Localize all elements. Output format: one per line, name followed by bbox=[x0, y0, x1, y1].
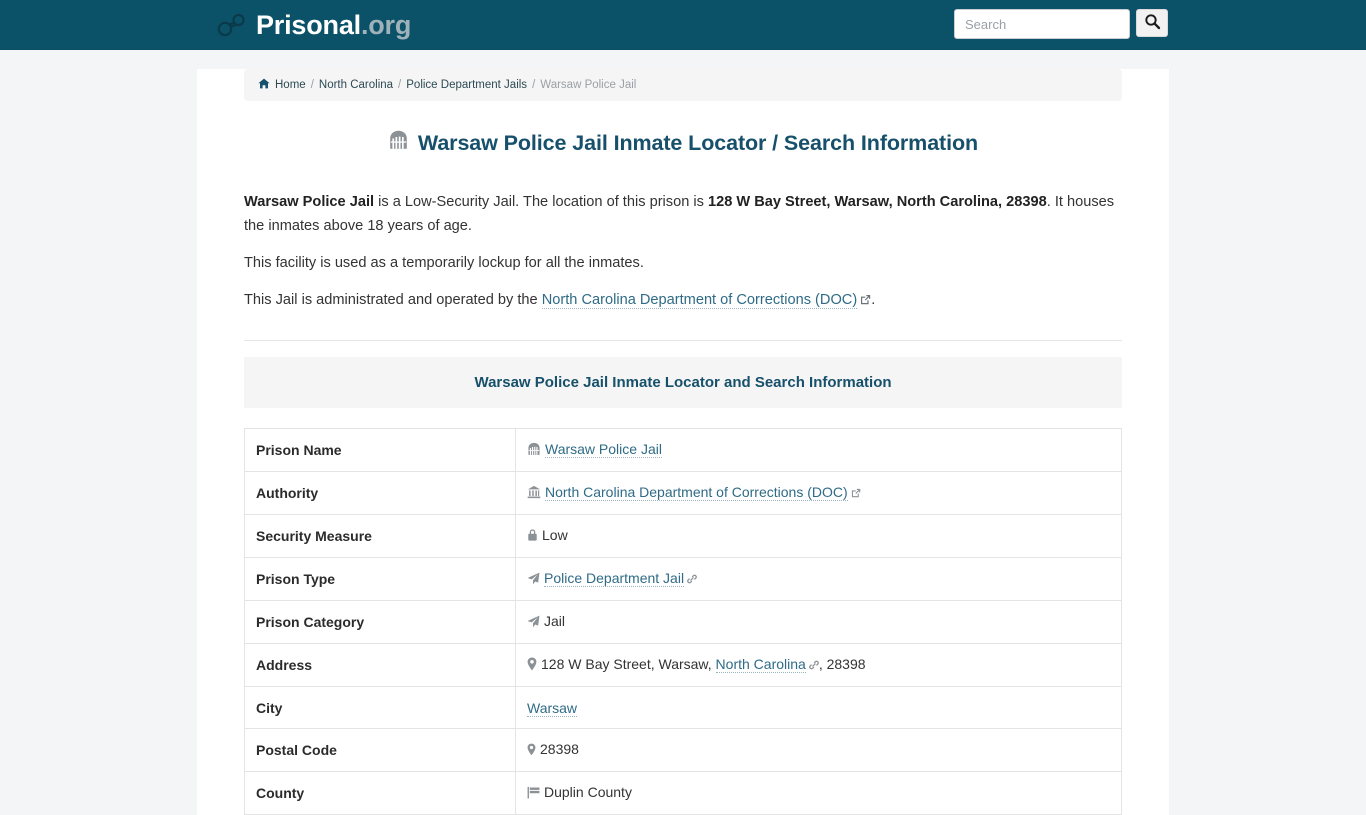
breadcrumb-separator: / bbox=[310, 79, 314, 91]
bank-institution-icon bbox=[527, 485, 541, 502]
table-row: Prison Category Jail bbox=[244, 600, 1122, 644]
lock-icon bbox=[527, 528, 538, 545]
breadcrumb-item-police-department-jails[interactable]: Police Department Jails bbox=[406, 79, 527, 91]
breadcrumb-item-current: Warsaw Police Jail bbox=[540, 79, 637, 91]
brand-tld: .org bbox=[360, 9, 412, 40]
table-row: Prison Type Police Department Jail bbox=[244, 557, 1122, 601]
intro-text-mid: is a Low-Security Jail. The location of … bbox=[374, 194, 708, 210]
row-label-authority: Authority bbox=[244, 471, 516, 515]
table-row: City Warsaw bbox=[244, 686, 1122, 729]
external-link-icon bbox=[860, 289, 871, 313]
facility-address-strong: 128 W Bay Street, Warsaw, North Carolina… bbox=[707, 194, 1047, 210]
intro-paragraph: Warsaw Police Jail is a Low-Security Jai… bbox=[244, 190, 1122, 238]
security-measure-value: Low bbox=[542, 527, 568, 543]
row-value-address: 128 W Bay Street, Warsaw, North Carolina… bbox=[515, 643, 1122, 687]
prison-type-link[interactable]: Police Department Jail bbox=[544, 570, 685, 587]
row-label-security-measure: Security Measure bbox=[244, 514, 516, 558]
facility-name-strong: Warsaw Police Jail bbox=[244, 194, 375, 210]
search-input[interactable] bbox=[954, 9, 1130, 39]
paper-plane-icon bbox=[527, 615, 540, 631]
handcuffs-icon bbox=[216, 12, 246, 38]
prison-category-value: Jail bbox=[544, 613, 566, 629]
prison-name-link[interactable]: Warsaw Police Jail bbox=[545, 441, 662, 458]
row-value-prison-type: Police Department Jail bbox=[515, 557, 1122, 601]
page-container: Home / North Carolina / Police Departmen… bbox=[197, 69, 1169, 815]
chain-link-icon bbox=[687, 571, 697, 587]
section-divider bbox=[244, 340, 1122, 341]
table-caption: Warsaw Police Jail Inmate Locator and Se… bbox=[244, 357, 1122, 408]
authority-link[interactable]: North Carolina Department of Corrections… bbox=[545, 484, 848, 501]
address-suffix: , 28398 bbox=[818, 656, 866, 672]
table-row: Address 128 W Bay Street, Warsaw, North … bbox=[244, 643, 1122, 687]
search-area bbox=[954, 9, 1168, 39]
address-prefix: 128 W Bay Street, Warsaw, bbox=[541, 656, 716, 672]
brand-name: Prisonal.org bbox=[256, 9, 412, 40]
jail-building-icon bbox=[388, 130, 409, 156]
search-icon bbox=[1144, 13, 1161, 33]
row-label-address: Address bbox=[244, 643, 516, 687]
page-title: Warsaw Police Jail Inmate Locator / Sear… bbox=[244, 130, 1122, 156]
table-row: Authority North Carolina Department of C… bbox=[244, 471, 1122, 515]
row-value-county: Duplin County bbox=[515, 771, 1122, 815]
table-row: Postal Code 28398 bbox=[244, 728, 1122, 772]
page-title-text: Warsaw Police Jail Inmate Locator / Sear… bbox=[417, 130, 979, 155]
row-label-prison-name: Prison Name bbox=[244, 428, 516, 472]
breadcrumb: Home / North Carolina / Police Departmen… bbox=[244, 69, 1122, 101]
site-logo-link[interactable]: Prisonal.org bbox=[216, 9, 412, 40]
row-value-prison-name: Warsaw Police Jail bbox=[515, 428, 1122, 472]
row-value-authority: North Carolina Department of Corrections… bbox=[515, 471, 1122, 515]
row-value-prison-category: Jail bbox=[515, 600, 1122, 644]
state-link[interactable]: North Carolina bbox=[715, 656, 806, 673]
map-pin-icon bbox=[527, 743, 536, 759]
table-row: County Duplin County bbox=[244, 771, 1122, 815]
authority-paragraph: This Jail is administrated and operated … bbox=[244, 288, 1122, 313]
row-label-county: County bbox=[244, 771, 516, 815]
site-header: Prisonal.org bbox=[0, 0, 1366, 50]
chain-link-icon bbox=[808, 657, 819, 673]
facility-info-table: Prison Name Warsaw Police Jail Authority… bbox=[244, 428, 1122, 815]
home-icon bbox=[258, 78, 270, 92]
paper-plane-icon bbox=[527, 572, 540, 588]
row-value-city: Warsaw bbox=[515, 686, 1122, 729]
jail-building-icon bbox=[527, 442, 541, 459]
row-label-prison-type: Prison Type bbox=[244, 557, 516, 601]
lockup-paragraph: This facility is used as a temporarily l… bbox=[244, 255, 644, 271]
authority-text-period: . bbox=[871, 292, 876, 308]
row-label-prison-category: Prison Category bbox=[244, 600, 516, 644]
city-link[interactable]: Warsaw bbox=[527, 699, 578, 717]
breadcrumb-item-north-carolina[interactable]: North Carolina bbox=[319, 79, 393, 91]
search-button[interactable] bbox=[1136, 9, 1168, 37]
authority-text-lead: This Jail is administrated and operated … bbox=[244, 292, 542, 308]
postal-code-value: 28398 bbox=[540, 741, 579, 757]
county-value: Duplin County bbox=[544, 784, 632, 800]
breadcrumb-separator: / bbox=[532, 79, 536, 91]
external-link-icon bbox=[851, 485, 861, 501]
breadcrumb-item-home[interactable]: Home bbox=[275, 79, 306, 91]
flag-icon bbox=[527, 786, 540, 802]
row-label-postal-code: Postal Code bbox=[244, 728, 516, 772]
authority-link[interactable]: North Carolina Department of Corrections… bbox=[541, 292, 858, 309]
row-value-postal-code: 28398 bbox=[515, 728, 1122, 772]
row-label-city: City bbox=[244, 686, 516, 729]
breadcrumb-separator: / bbox=[398, 79, 402, 91]
table-row: Prison Name Warsaw Police Jail bbox=[244, 428, 1122, 472]
map-pin-icon bbox=[527, 657, 537, 674]
row-value-security-measure: Low bbox=[515, 514, 1122, 558]
table-row: Security Measure Low bbox=[244, 514, 1122, 558]
